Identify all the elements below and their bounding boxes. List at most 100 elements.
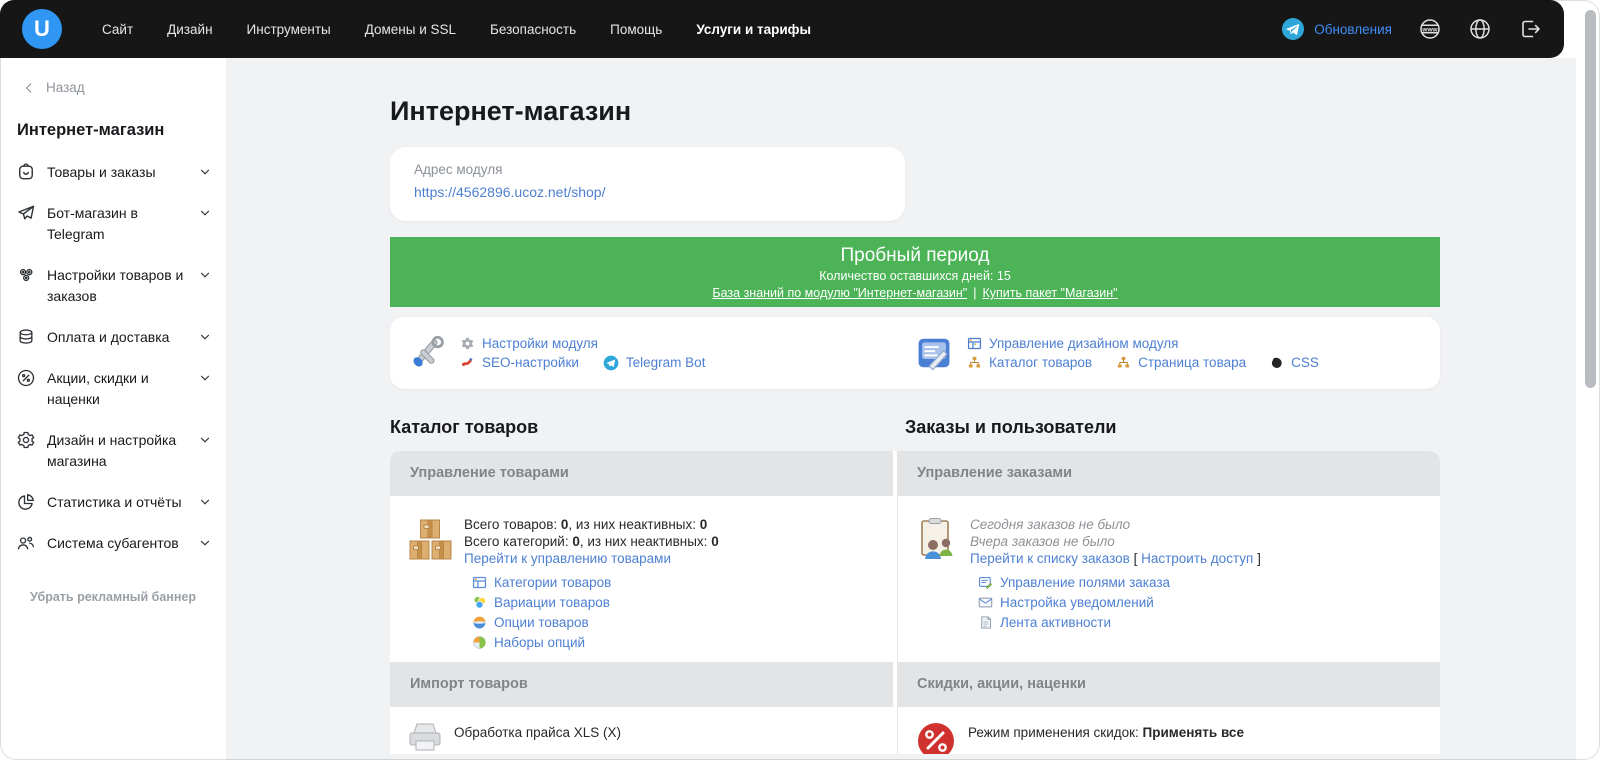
back-label: Назад (46, 80, 85, 95)
chevron-down-icon (198, 495, 212, 509)
printer-icon (408, 721, 442, 751)
notifications-settings-link[interactable]: Настройка уведомлений (1000, 594, 1154, 611)
telegram-bot-link[interactable]: Telegram Bot (626, 355, 706, 370)
sidebar-module-title: Интернет-магазин (17, 121, 226, 140)
sidebar-item-statistics-reports[interactable]: Статистика и отчёты (0, 482, 226, 523)
sidebar: Назад Интернет-магазин Товары и заказы Б… (0, 58, 226, 760)
sidebar-item-label: Настройки товаров и заказов (47, 265, 187, 307)
ucoz-logo[interactable]: U (22, 9, 62, 49)
top-navigation: Сайт Дизайн Инструменты Домены и SSL Без… (102, 22, 811, 37)
product-options-link[interactable]: Опции товаров (494, 614, 589, 631)
sidebar-nav: Товары и заказы Бот-магазин в Telegram Н… (0, 152, 226, 564)
pie-chart-icon (16, 492, 36, 512)
topbar-right: Обновления www (1281, 17, 1542, 41)
tools-icon (408, 334, 446, 372)
trial-links-separator: | (973, 286, 976, 300)
scrollbar-thumb[interactable] (1585, 10, 1596, 388)
module-address-link[interactable]: https://4562896.ucoz.net/shop/ (414, 184, 605, 200)
logout-icon[interactable] (1518, 17, 1542, 41)
back-button[interactable]: Назад (22, 80, 226, 95)
module-address-card: Адрес модуля https://4562896.ucoz.net/sh… (390, 147, 905, 221)
chevron-down-icon (198, 165, 212, 179)
shopping-bag-icon (16, 162, 36, 182)
topnav-services-tariffs[interactable]: Услуги и тарифы (696, 22, 811, 37)
sidebar-item-label: Система субагентов (47, 533, 187, 554)
bracket-close: ] (1253, 551, 1261, 566)
section-title-orders-users: Заказы и пользователи (897, 417, 1440, 438)
knowledge-base-link[interactable]: База знаний по модулю "Интернет-магазин" (712, 286, 967, 300)
www-globe-icon[interactable]: www (1418, 17, 1442, 41)
chevron-down-icon (198, 433, 212, 447)
discounts-body: Режим применения скидок: Применять все (897, 707, 1440, 754)
sidebar-item-label: Дизайн и настройка магазина (47, 430, 187, 472)
activity-feed-link[interactable]: Лента активности (1000, 614, 1111, 631)
design-management-link[interactable]: Управление дизайном модуля (989, 336, 1178, 351)
products-management-header: Управление товарами (390, 451, 893, 496)
chevron-left-icon (22, 81, 36, 95)
import-products-body: Обработка прайса XLS (X) (390, 707, 893, 754)
trial-days-left: Количество оставшихся дней: 15 (390, 269, 1440, 283)
categories-total-line: Всего категорий: 0, из них неактивных: 0 (464, 533, 719, 550)
users-icon (16, 533, 36, 553)
configure-access-link[interactable]: Настроить доступ (1141, 551, 1253, 566)
quick-links-design: Управление дизайном модуля Каталог товар… (915, 328, 1422, 378)
telegram-bot-icon (603, 355, 619, 371)
form-fields-icon (978, 575, 993, 590)
product-page-link[interactable]: Страница товара (1138, 355, 1246, 370)
option-sets-link[interactable]: Наборы опций (494, 634, 585, 651)
table-grid-icon (472, 575, 487, 590)
manage-products-link[interactable]: Перейти к управлению товарами (464, 551, 671, 566)
remove-ad-banner-link[interactable]: Убрать рекламный баннер (0, 590, 226, 604)
sidebar-item-label: Оплата и доставка (47, 327, 187, 348)
catalog-page-link[interactable]: Каталог товаров (989, 355, 1092, 370)
paper-plane-icon (16, 203, 36, 223)
topnav-site[interactable]: Сайт (102, 22, 133, 37)
topbar: U Сайт Дизайн Инструменты Домены и SSL Б… (0, 0, 1564, 58)
css-icon (1270, 356, 1284, 370)
sidebar-item-payment-delivery[interactable]: Оплата и доставка (0, 317, 226, 358)
sidebar-item-subagents-system[interactable]: Система субагентов (0, 523, 226, 564)
trial-period-banner: Пробный период Количество оставшихся дне… (390, 237, 1440, 307)
orders-today-line: Сегодня заказов не было (970, 516, 1261, 533)
product-page-sitemap-icon (1116, 355, 1131, 370)
discount-ball-icon (916, 721, 956, 754)
boxes-icon (408, 516, 454, 564)
product-variations-link[interactable]: Вариации товаров (494, 594, 610, 611)
product-categories-link[interactable]: Категории товаров (494, 574, 611, 591)
sidebar-item-promotions-discounts[interactable]: Акции, скидки и наценки (0, 358, 226, 420)
updates-label: Обновления (1314, 22, 1392, 37)
clipboard-users-icon (916, 516, 960, 564)
mail-icon (978, 595, 993, 610)
sidebar-item-label: Акции, скидки и наценки (47, 368, 187, 410)
topnav-design[interactable]: Дизайн (167, 22, 212, 37)
topnav-help[interactable]: Помощь (610, 22, 662, 37)
sidebar-item-telegram-bot-shop[interactable]: Бот-магазин в Telegram (0, 193, 226, 255)
gear-icon (16, 430, 36, 450)
products-total-line: Всего товаров: 0, из них неактивных: 0 (464, 516, 719, 533)
sidebar-item-product-order-settings[interactable]: Настройки товаров и заказов (0, 255, 226, 317)
variations-circles-icon (472, 595, 487, 610)
topnav-domains-ssl[interactable]: Домены и SSL (365, 22, 456, 37)
sidebar-item-label: Товары и заказы (47, 162, 187, 183)
seo-settings-link[interactable]: SEO-настройки (482, 355, 579, 370)
sidebar-item-label: Бот-магазин в Telegram (47, 203, 187, 245)
module-address-label: Адрес модуля (414, 162, 881, 177)
topnav-security[interactable]: Безопасность (490, 22, 576, 37)
xls-processing-link[interactable]: Обработка прайса XLS (X) (454, 721, 621, 740)
orders-list-link[interactable]: Перейти к списку заказов (970, 551, 1130, 566)
buy-package-link[interactable]: Купить пакет "Магазин" (982, 286, 1117, 300)
import-products-header: Импорт товаров (390, 662, 893, 707)
sidebar-item-shop-design-settings[interactable]: Дизайн и настройка магазина (0, 420, 226, 482)
css-link[interactable]: CSS (1291, 355, 1319, 370)
language-globe-icon[interactable] (1468, 17, 1492, 41)
orders-yesterday-line: Вчера заказов не было (970, 533, 1261, 550)
sidebar-item-products-orders[interactable]: Товары и заказы (0, 152, 226, 193)
discounts-header: Скидки, акции, наценки (897, 662, 1440, 707)
topnav-tools[interactable]: Инструменты (247, 22, 331, 37)
telegram-icon (1281, 17, 1305, 41)
updates-link[interactable]: Обновления (1281, 17, 1392, 41)
seo-magnet-icon (460, 355, 475, 370)
order-fields-link[interactable]: Управление полями заказа (1000, 574, 1170, 591)
module-settings-link[interactable]: Настройки модуля (482, 336, 598, 351)
app-window: U Сайт Дизайн Инструменты Домены и SSL Б… (0, 0, 1600, 760)
